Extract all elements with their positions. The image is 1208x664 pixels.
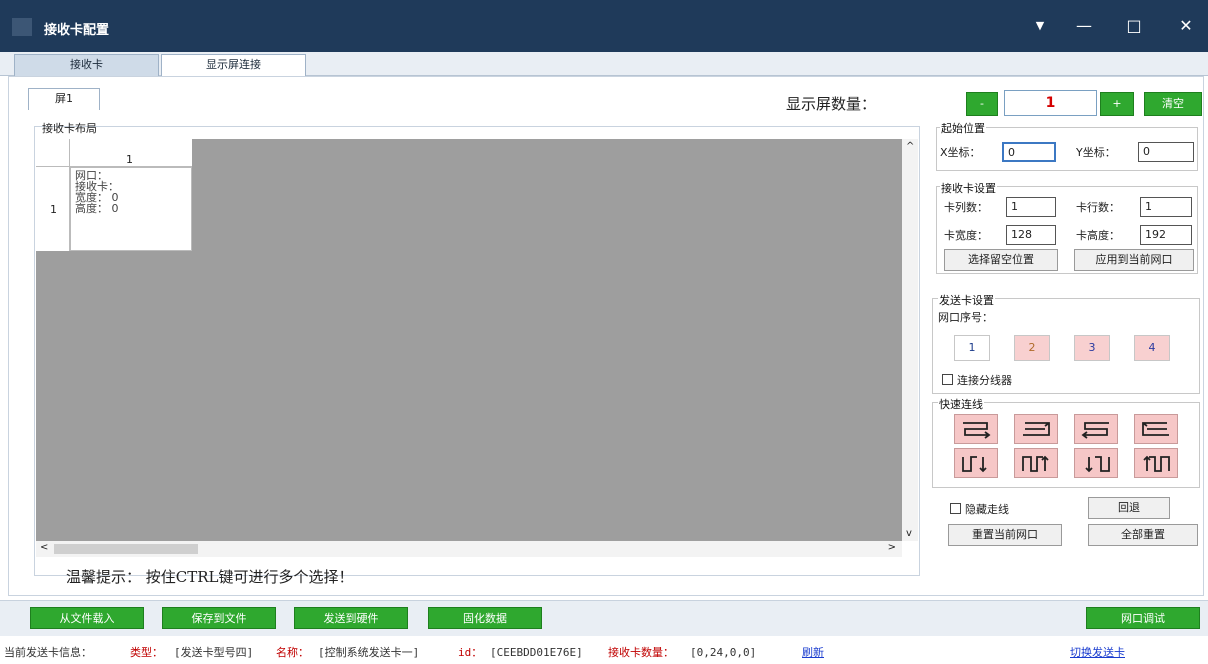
quick-wiring-label: 快速连线: [938, 396, 984, 412]
tab-receiver-card[interactable]: 接收卡: [14, 54, 159, 76]
status-name-value: [控制系统发送卡一]: [318, 646, 420, 659]
main-tab-bar: 接收卡 显示屏连接: [0, 52, 1208, 76]
screen-count-minus-button[interactable]: -: [966, 92, 998, 116]
scroll-up-icon[interactable]: ^: [906, 141, 914, 152]
cell-height-value: 0: [111, 202, 119, 215]
tip-text: 温馨提示： 按住CTRL键可进行多个选择！: [66, 568, 354, 586]
scroll-right-icon[interactable]: >: [888, 542, 896, 553]
status-count-value: [0,24,0,0]: [690, 646, 757, 659]
status-type-value: [发送卡型号四]: [174, 646, 254, 659]
hide-traces-checkbox[interactable]: [950, 503, 961, 514]
app-icon: [12, 18, 32, 36]
status-id-label: id：: [458, 646, 483, 659]
snake-left-down-icon: [1081, 422, 1109, 439]
card-rows-label: 卡行数：: [1076, 201, 1120, 214]
cell-height-row: 高度： 0: [75, 203, 187, 214]
card-width-label: 卡宽度：: [944, 229, 988, 242]
reset-all-button[interactable]: 全部重置: [1088, 524, 1198, 546]
screen-count-label: 显示屏数量：: [786, 95, 877, 113]
port-debug-button[interactable]: 网口调试: [1086, 607, 1200, 629]
card-height-input[interactable]: 192: [1140, 225, 1192, 245]
splitter-checkbox[interactable]: [942, 374, 953, 385]
switch-sender-card-link[interactable]: 切换发送卡: [1070, 641, 1125, 664]
wiring-snake-up-left-button[interactable]: [1134, 448, 1178, 478]
close-button[interactable]: ✕: [1172, 14, 1200, 38]
undo-button[interactable]: 回退: [1088, 497, 1170, 519]
tab-screen-connection[interactable]: 显示屏连接: [161, 54, 306, 76]
splitter-label: 连接分线器: [957, 374, 1012, 387]
port-order-label: 网口序号：: [938, 311, 993, 324]
column-header: 1: [70, 139, 192, 167]
horizontal-scroll-thumb[interactable]: [54, 544, 198, 554]
port-1-button[interactable]: 1: [954, 335, 990, 361]
snake-right-down-icon: [963, 422, 991, 439]
send-to-hardware-button[interactable]: 发送到硬件: [294, 607, 408, 629]
wiring-snake-right-down-button[interactable]: [954, 414, 998, 444]
cell-height-label: 高度：: [75, 202, 108, 215]
receiver-settings-label: 接收卡设置: [940, 180, 997, 196]
sender-settings-label: 发送卡设置: [938, 292, 995, 308]
port-4-button[interactable]: 4: [1134, 335, 1170, 361]
x-coordinate-input[interactable]: 0: [1002, 142, 1056, 162]
x-coordinate-label: X坐标：: [940, 146, 981, 159]
wiring-snake-right-up-button[interactable]: [1014, 414, 1058, 444]
load-from-file-button[interactable]: 从文件载入: [30, 607, 144, 629]
row-header-label: 1: [50, 203, 57, 216]
column-header-label: 1: [126, 153, 133, 166]
snake-down-right-icon: [962, 456, 987, 473]
card-rows-input[interactable]: 1: [1140, 197, 1192, 217]
receiver-card-cell[interactable]: 网口： 接收卡： 宽度： 0 高度： 0: [70, 167, 192, 251]
grid-corner-cap: [36, 139, 70, 167]
status-prefix: 当前发送卡信息：: [4, 646, 92, 659]
y-coordinate-input[interactable]: 0: [1138, 142, 1194, 162]
screen-count-plus-button[interactable]: +: [1100, 92, 1134, 116]
hide-traces-label: 隐藏走线: [965, 503, 1009, 516]
apply-to-port-button[interactable]: 应用到当前网口: [1074, 249, 1194, 271]
status-id-value: [CEEBDD01E76E]: [490, 646, 583, 659]
scroll-down-icon[interactable]: v: [906, 528, 912, 539]
card-height-label: 卡高度：: [1076, 229, 1120, 242]
port-3-button[interactable]: 3: [1074, 335, 1110, 361]
port-2-button[interactable]: 2: [1014, 335, 1050, 361]
clear-button[interactable]: 清空: [1144, 92, 1202, 116]
status-name-label: 名称：: [276, 646, 309, 659]
wiring-snake-up-right-button[interactable]: [1014, 448, 1058, 478]
reset-current-port-button[interactable]: 重置当前网口: [948, 524, 1062, 546]
vertical-scrollbar[interactable]: ^ v: [902, 139, 918, 541]
screen-count-input[interactable]: 1: [1004, 90, 1097, 116]
snake-up-right-icon: [1022, 455, 1049, 472]
status-bar: 当前发送卡信息： 类型： [发送卡型号四] 名称： [控制系统发送卡一] id：…: [0, 641, 1208, 664]
wiring-snake-down-left-button[interactable]: [1074, 448, 1118, 478]
status-type-label: 类型：: [130, 646, 163, 659]
scroll-left-icon[interactable]: <: [40, 542, 48, 553]
select-blank-position-button[interactable]: 选择留空位置: [944, 249, 1058, 271]
card-columns-label: 卡列数：: [944, 201, 988, 214]
snake-down-left-icon: [1085, 456, 1110, 473]
dropdown-icon[interactable]: ▼: [1026, 14, 1054, 38]
snake-left-up-icon: [1142, 422, 1169, 436]
snake-right-up-icon: [1023, 422, 1050, 436]
y-coordinate-label: Y坐标：: [1076, 146, 1116, 159]
title-bar: 接收卡配置 ▼ — □ ✕: [0, 0, 1208, 52]
wiring-snake-left-up-button[interactable]: [1134, 414, 1178, 444]
maximize-button[interactable]: □: [1120, 14, 1148, 38]
layout-group-label: 接收卡布局: [42, 122, 97, 135]
solidify-data-button[interactable]: 固化数据: [428, 607, 542, 629]
minimize-button[interactable]: —: [1070, 14, 1098, 38]
status-count-label: 接收卡数量：: [608, 646, 674, 659]
wiring-snake-left-down-button[interactable]: [1074, 414, 1118, 444]
card-columns-input[interactable]: 1: [1006, 197, 1056, 217]
refresh-link[interactable]: 刷新: [802, 641, 824, 664]
start-position-label: 起始位置: [940, 120, 986, 136]
tab-screen-1[interactable]: 屏1: [28, 88, 100, 110]
wiring-snake-down-right-button[interactable]: [954, 448, 998, 478]
window-title: 接收卡配置: [44, 23, 110, 38]
save-to-file-button[interactable]: 保存到文件: [162, 607, 276, 629]
card-width-input[interactable]: 128: [1006, 225, 1056, 245]
snake-up-left-icon: [1143, 455, 1170, 472]
